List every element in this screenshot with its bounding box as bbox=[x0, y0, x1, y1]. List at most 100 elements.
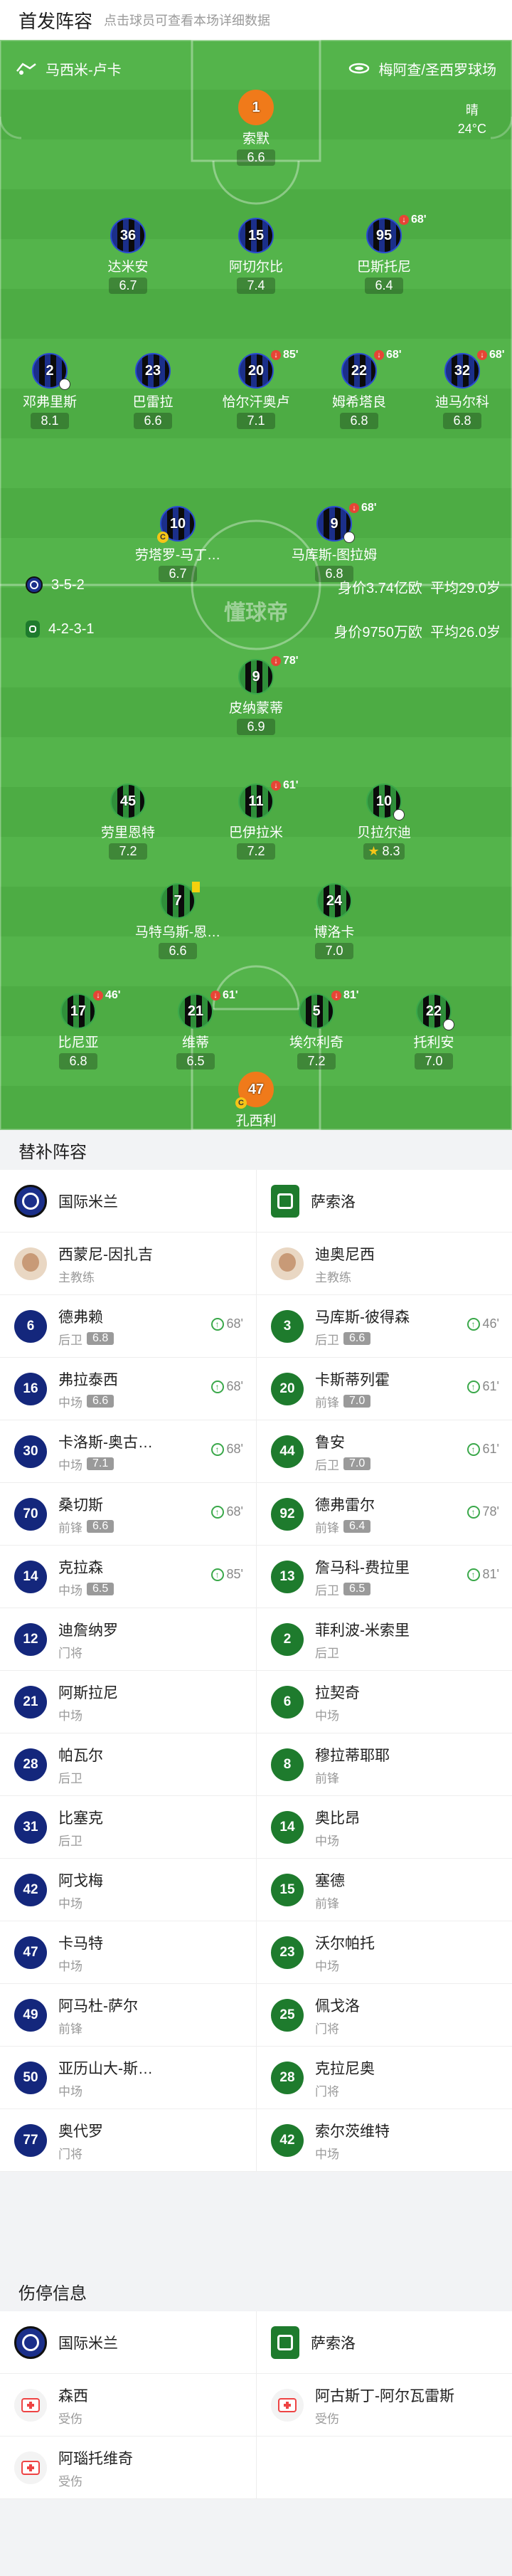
player-home[interactable]: 95 ↓ 68' 巴斯托尼 6.4 bbox=[334, 213, 434, 294]
player-name: 博洛卡 bbox=[314, 925, 355, 940]
home-team-cell[interactable]: 国际米兰 bbox=[0, 2311, 256, 2374]
jersey-icon: 8 bbox=[271, 1748, 304, 1781]
player-away[interactable]: 7 马特乌斯-恩… 6.6 bbox=[128, 882, 228, 959]
injury-section-title: 伤停信息 bbox=[0, 2271, 512, 2311]
substitute[interactable]: 6 德弗赖 后卫 6.8 ↑ 68' bbox=[0, 1295, 256, 1358]
player-home[interactable]: 32 ↓ 68' 迪马尔科 6.8 bbox=[412, 349, 512, 429]
substitute[interactable]: 50 亚历山大-斯… 中场 bbox=[0, 2047, 256, 2109]
player-home[interactable]: 1 索默 6.6 bbox=[206, 90, 306, 166]
substitute[interactable]: 8 穆拉蒂耶耶 前锋 bbox=[256, 1733, 512, 1796]
player-home[interactable]: 9 ↓ 68' 马库斯-图拉姆 6.8 bbox=[284, 502, 384, 582]
substitute-row: 47 卡马特 中场 23 沃尔帕托 中场 bbox=[0, 1921, 512, 1984]
player-home[interactable]: 10 C 劳塔罗-马丁… 6.7 bbox=[128, 506, 228, 582]
sub-off-icon: ↓ bbox=[271, 656, 281, 666]
substitute[interactable]: 23 沃尔帕托 中场 bbox=[256, 1921, 512, 1984]
injured-player[interactable]: 阿古斯丁-阿尔瓦雷斯 受伤 bbox=[256, 2374, 512, 2437]
player-away[interactable]: 17 ↓ 46' 比尼亚 6.8 bbox=[28, 989, 128, 1070]
sub-time: 68' bbox=[226, 1442, 243, 1456]
substitute[interactable]: 30 卡洛斯-奥古… 中场 7.1 ↑ 68' bbox=[0, 1420, 256, 1483]
jersey-icon: 15 bbox=[238, 218, 274, 253]
player-away[interactable]: 21 ↓ 61' 维蒂 6.5 bbox=[146, 989, 245, 1070]
injury-row: 森西 受伤 阿古斯丁-阿尔瓦雷斯 受伤 bbox=[0, 2374, 512, 2437]
injury-home-team: 国际米兰 bbox=[58, 2335, 118, 2352]
substitute[interactable]: 31 比塞克 后卫 bbox=[0, 1796, 256, 1859]
substitute[interactable]: 42 阿戈梅 中场 bbox=[0, 1859, 256, 1921]
home-coach-cell[interactable]: 西蒙尼-因扎吉 主教练 bbox=[0, 1232, 256, 1295]
jersey-icon: 21 bbox=[14, 1686, 47, 1719]
player-name: 维蒂 bbox=[181, 1035, 209, 1050]
substitute[interactable]: 20 卡斯蒂列霍 前锋 7.0 ↑ 61' bbox=[256, 1358, 512, 1420]
sub-on-indicator: ↑ 61' bbox=[466, 1442, 499, 1457]
substitute-row: 30 卡洛斯-奥古… 中场 7.1 ↑ 68' 44 鲁安 后卫 7.0 ↑ 61' bbox=[0, 1420, 512, 1483]
substitute[interactable]: 14 奥比昂 中场 bbox=[256, 1796, 512, 1859]
substitute[interactable]: 47 卡马特 中场 bbox=[0, 1921, 256, 1984]
sub-on-indicator: ↑ 78' bbox=[466, 1504, 499, 1519]
player-away[interactable]: 5 ↓ 81' 埃尔利奇 7.2 bbox=[267, 989, 366, 1070]
player-home[interactable]: 22 ↓ 68' 姆希塔良 6.8 bbox=[309, 349, 409, 429]
injured-player[interactable]: 森西 受伤 bbox=[0, 2374, 256, 2437]
substitute-position: 中场 bbox=[58, 1959, 82, 1973]
player-rating: ★ 8.3 bbox=[363, 843, 405, 860]
substitute-position: 门将 bbox=[58, 1646, 82, 1660]
substitute[interactable]: 28 帕瓦尔 后卫 bbox=[0, 1733, 256, 1796]
substitute[interactable]: 44 鲁安 后卫 7.0 ↑ 61' bbox=[256, 1420, 512, 1483]
player-away[interactable]: 10 贝拉尔迪 ★ 8.3 bbox=[334, 783, 434, 860]
player-away[interactable]: 24 博洛卡 7.0 bbox=[284, 883, 384, 959]
player-away[interactable]: 22 托利安 7.0 bbox=[384, 993, 484, 1070]
sub-on-indicator: ↑ 68' bbox=[210, 1316, 243, 1331]
sub-off-icon: ↓ bbox=[210, 991, 220, 1001]
jersey-icon: 10 C bbox=[157, 506, 196, 543]
jersey-icon: 50 bbox=[14, 2062, 47, 2094]
sub-time: 81' bbox=[343, 989, 359, 1001]
substitute-name: 鲁安 bbox=[315, 1434, 345, 1451]
substitute[interactable]: 3 马库斯-彼得森 后卫 6.6 ↑ 46' bbox=[256, 1295, 512, 1358]
player-home[interactable]: 23 巴雷拉 6.6 bbox=[103, 353, 203, 429]
coach-icon bbox=[16, 63, 36, 75]
away-team-cell[interactable]: 萨索洛 bbox=[256, 1170, 512, 1232]
substitute[interactable]: 15 塞德 前锋 bbox=[256, 1859, 512, 1921]
substitute[interactable]: 2 菲利波-米索里 后卫 bbox=[256, 1608, 512, 1671]
weather: 晴 24°C bbox=[458, 101, 486, 138]
substitute[interactable]: 16 弗拉泰西 中场 6.6 ↑ 68' bbox=[0, 1358, 256, 1420]
substitute[interactable]: 92 德弗雷尔 前锋 6.4 ↑ 78' bbox=[256, 1483, 512, 1546]
sassuolo-logo-icon bbox=[26, 621, 40, 638]
away-formation-text: 4-2-3-1 bbox=[48, 621, 95, 637]
substitute[interactable]: 77 奥代罗 门将 bbox=[0, 2109, 256, 2172]
away-team-cell[interactable]: 萨索洛 bbox=[256, 2311, 512, 2374]
substitute[interactable]: 42 索尔茨维特 中场 bbox=[256, 2109, 512, 2172]
substitute[interactable]: 21 阿斯拉尼 中场 bbox=[0, 1671, 256, 1733]
substitute-position: 中场 bbox=[58, 2084, 82, 2099]
player-name: 劳里恩特 bbox=[100, 825, 155, 840]
match-info-row: 马西米-卢卡 梅阿查/圣西罗球场 bbox=[0, 40, 512, 97]
injured-player[interactable]: 阿瑙托维奇 受伤 bbox=[0, 2437, 256, 2499]
substitute[interactable]: 12 迪詹纳罗 门将 bbox=[0, 1608, 256, 1671]
away-coach-cell[interactable]: 迪奥尼西 主教练 bbox=[256, 1232, 512, 1295]
substitute[interactable]: 28 克拉尼奥 门将 bbox=[256, 2047, 512, 2109]
player-away[interactable]: 45 劳里恩特 7.2 bbox=[78, 783, 178, 860]
substitute[interactable]: 70 桑切斯 前锋 6.6 ↑ 68' bbox=[0, 1483, 256, 1546]
player-home[interactable]: 20 ↓ 85' 恰尔汗奥卢 7.1 bbox=[206, 349, 306, 429]
player-home[interactable]: 36 达米安 6.7 bbox=[78, 218, 178, 294]
injured-player-name: 森西 bbox=[58, 2387, 88, 2405]
substitute-rating: 7.0 bbox=[343, 1457, 371, 1470]
player-away[interactable]: 9 ↓ 78' 皮纳蒙蒂 6.9 bbox=[206, 655, 306, 735]
home-team-cell[interactable]: 国际米兰 bbox=[0, 1170, 256, 1232]
jersey-icon: 14 bbox=[271, 1811, 304, 1844]
substitute[interactable]: 14 克拉森 中场 6.5 ↑ 85' bbox=[0, 1546, 256, 1608]
jersey-icon: 42 bbox=[271, 2124, 304, 2157]
substitute[interactable]: 6 拉契奇 中场 bbox=[256, 1671, 512, 1733]
substitute-name: 克拉尼奥 bbox=[315, 2060, 375, 2077]
substitute-position: 后卫 bbox=[315, 1583, 339, 1598]
player-home[interactable]: 15 阿切尔比 7.4 bbox=[206, 218, 306, 294]
player-away[interactable]: 11 ↓ 61' 巴伊拉米 7.2 bbox=[206, 779, 306, 860]
substitute[interactable]: 13 詹马科-费拉里 后卫 6.5 ↑ 81' bbox=[256, 1546, 512, 1608]
sub-time: 61' bbox=[283, 779, 299, 791]
substitute-position: 中场 bbox=[58, 1896, 82, 1911]
substitute[interactable]: 49 阿马杜-萨尔 前锋 bbox=[0, 1984, 256, 2047]
home-coach-label: 主教练 bbox=[58, 1270, 95, 1284]
player-away[interactable]: 47C孔西利6.7 bbox=[206, 1072, 306, 1130]
sub-on-indicator: ↑ 61' bbox=[466, 1379, 499, 1394]
player-home[interactable]: 2 邓弗里斯 8.1 bbox=[0, 353, 100, 429]
substitute[interactable]: 25 佩戈洛 门将 bbox=[256, 1984, 512, 2047]
player-rating: 6.5 bbox=[176, 1053, 215, 1070]
